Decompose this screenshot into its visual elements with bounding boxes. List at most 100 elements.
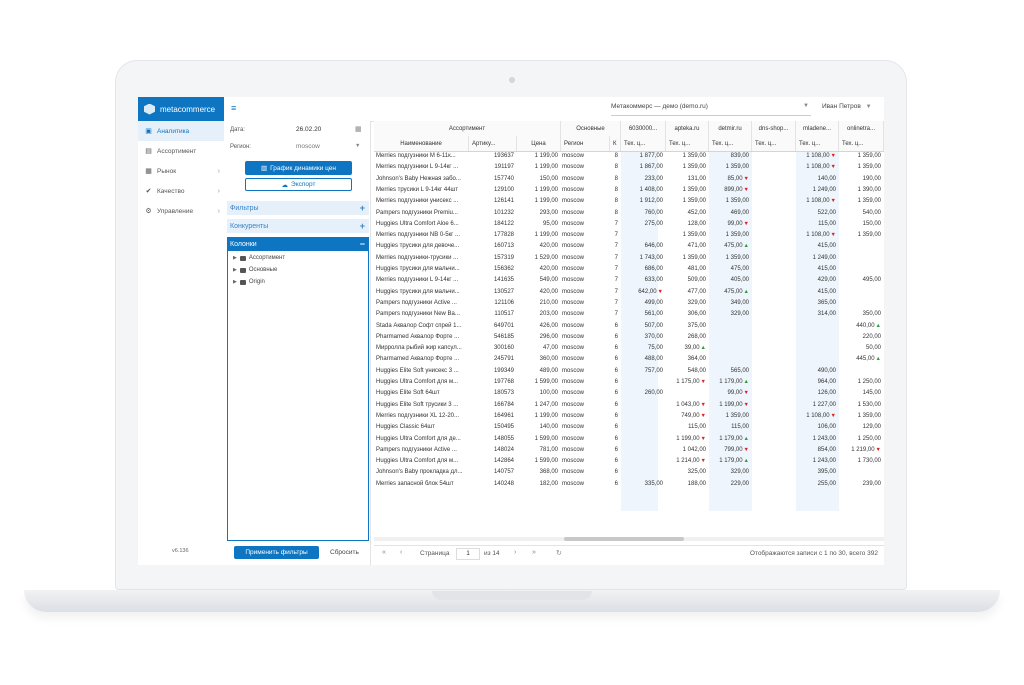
tree-item-origin[interactable]: ▶ Origin [233,279,265,285]
group-header-6[interactable]: mladene... [796,121,839,136]
table-row[interactable]: Merries подгузники NB 0-5кг ... 177828 1 1… [374,230,884,241]
group-header-7[interactable]: onlinetra... [839,121,884,136]
group-header-3[interactable]: apteka.ru [666,121,709,136]
group-header-4[interactable]: detmir.ru [709,121,752,136]
table-cell: Merries подгузники L 9-14кг ... [374,162,469,173]
cloud-download-icon: ☁ [281,181,289,189]
last-page-icon[interactable]: » [532,549,536,556]
table-row[interactable]: Merries запасной блок 54шт 140248 182,00 mo… [374,479,884,490]
table-row[interactable]: Huggies Elite Soft унисекс 3 ... 199349 48… [374,366,884,377]
cell-value: 268,00 [687,333,706,340]
column-header-7[interactable]: Тех. ц... [709,136,752,151]
nav-item-0[interactable]: ▣ Аналитика [138,121,224,141]
column-header-4[interactable]: К [610,136,621,151]
table-cell: moscow [561,422,610,433]
table-row[interactable]: Stada Аквалор Софт спрей 1... 649701 426,0… [374,321,884,332]
group-header-1[interactable]: Основные [561,121,621,136]
table-row[interactable]: Pampers подгузники Active ... 121106 210,0… [374,298,884,309]
reset-button[interactable]: Сбросить [330,546,359,559]
table-cell: 148024 [469,445,517,456]
table-row[interactable]: Merries подгузники унисекс ... 126141 1 19… [374,196,884,207]
table-row[interactable]: Huggies трусики для девоче... 160713 420,0… [374,241,884,252]
table-row[interactable]: Huggies Classic 64шт 150495 140,00 moscow 6 1… [374,422,884,433]
table-row[interactable]: Johnson's Baby прокладка дл... 140757 368,… [374,467,884,478]
apply-filters-button[interactable]: Применить фильтры [234,546,319,559]
group-header-5[interactable]: dns-shop... [752,121,796,136]
column-header-0[interactable]: Наименование [374,136,469,151]
nav-item-2[interactable]: ▦ Рынок › [138,161,224,181]
table-cell: 1 249,00 [796,185,839,196]
user-menu[interactable]: Иван Петров ▼ [822,103,872,110]
column-header-5[interactable]: Тех. ц... [621,136,666,151]
table-row[interactable]: Huggies Ultra Comfort для м... 142864 1 59… [374,456,884,467]
column-header-8[interactable]: Тех. ц... [752,136,796,151]
cell-value: moscow [562,390,585,397]
table-row[interactable]: Huggies трусики для мальчи... 130527 420,0… [374,287,884,298]
price-chart-button[interactable]: ▥ График динамики цен [245,161,352,175]
cell-value: 7 [614,299,618,306]
table-row[interactable]: Huggies трусики для мальчи... 156362 420,0… [374,264,884,275]
table-row[interactable]: Huggies Ultra Comfort для де... 148055 1 5… [374,434,884,445]
horizontal-scrollbar[interactable] [374,537,884,541]
prev-page-icon[interactable]: ‹ [400,549,402,556]
organization-select[interactable]: Метакоммерс — демо (demo.ru) ▼ [611,103,811,116]
cell-value: 1 359,00 [682,232,706,239]
column-header-1[interactable]: Артику... [469,136,517,151]
table-row[interactable]: Huggies Elite Soft трусики 3 ... 166784 1 … [374,400,884,411]
scrollbar-thumb[interactable] [564,537,684,541]
tree-item-main[interactable]: ▶ Основные [233,267,277,273]
table-row[interactable]: Merries подгузники XL 12-20... 164961 1 19… [374,411,884,422]
panel-competitors[interactable]: Конкуренты + [227,219,369,233]
nav-item-1[interactable]: ▤ Ассортимент [138,141,224,161]
column-header-3[interactable]: Регион [561,136,610,151]
refresh-icon[interactable]: ↻ [556,549,562,557]
nav-item-4[interactable]: ⚙ Управление › [138,201,224,221]
group-header-2[interactable]: 6030000... [621,121,666,136]
export-button[interactable]: ☁ Экспорт [245,178,352,191]
page-input[interactable]: 1 [456,548,480,560]
calendar-icon[interactable]: ▦ [355,125,362,133]
nav-item-3[interactable]: ✔ Качество › [138,181,224,201]
table-row[interactable]: Huggies Elite Soft 64шт 180573 100,00 mosco… [374,388,884,399]
column-header-2[interactable]: Цена [517,136,561,151]
table-row[interactable]: Мирролла рыбий жир капсул... 300160 47,00 m… [374,343,884,354]
column-header-6[interactable]: Тех. ц... [666,136,709,151]
table-row[interactable]: Huggies Ultra Comfort Aloe 6... 184122 95,… [374,219,884,230]
first-page-icon[interactable]: « [382,549,386,556]
table-row[interactable]: Merries подгузники L 9-14кг ... 191197 1 1… [374,162,884,173]
panel-columns[interactable]: Колонки − [227,237,369,251]
table-cell [839,264,884,275]
table-cell: 368,00 [517,467,561,478]
table-cell: 300160 [469,343,517,354]
table-cell: 128,00 [666,219,709,230]
group-header-0[interactable]: Ассортимент [374,121,561,136]
region-select[interactable]: moscow [296,143,320,150]
table-cell: 760,00 [621,208,666,219]
cell-value: 255,00 [817,480,836,487]
table-row[interactable]: Pampers подгузники Premiu... 101232 293,00… [374,208,884,219]
cell-value: 8 [614,198,618,205]
table-row[interactable]: Merries подгузники M 6-11к... 193637 1 199… [374,151,884,162]
table-cell: 349,00 [709,298,752,309]
brand-logo[interactable]: metacommerce [138,97,224,121]
table-row[interactable]: Pampers подгузники New Ba... 110517 203,00… [374,309,884,320]
next-page-icon[interactable]: › [514,549,516,556]
table-cell: 1 867,00 [621,162,666,173]
cell-value: Huggies Elite Soft трусики 3 ... [376,401,459,408]
cell-value: 509,00 [687,277,706,284]
hamburger-menu-icon[interactable]: ≡ [231,104,236,113]
table-row[interactable]: Merries подгузники-трусики ... 157319 1 52… [374,253,884,264]
panel-filters[interactable]: Фильтры + [227,201,369,215]
table-row[interactable]: Pharmamed Аквалор Форте ... 546185 296,00 m… [374,332,884,343]
tree-item-assortment[interactable]: ▶ Ассортимент [233,255,285,261]
column-header-9[interactable]: Тех. ц... [796,136,839,151]
table-row[interactable]: Johnson's Baby Нежная забо... 157740 150,0… [374,174,884,185]
table-row[interactable]: Merries подгузники L 9-14кг ... 141635 549… [374,275,884,286]
table-row[interactable]: Pampers подгузники Active ... 148024 781,0… [374,445,884,456]
date-field[interactable]: 26.02.20 [296,126,321,133]
column-header-10[interactable]: Тех. ц... [839,136,884,151]
table-row[interactable]: Pharmamed Аквалор Форте ... 245791 360,00 m… [374,354,884,365]
table-row[interactable]: Merries трусики L 9-14кг 44шт 129100 1 199… [374,185,884,196]
table-cell: moscow [561,411,610,422]
table-row[interactable]: Huggies Ultra Comfort для м... 197768 1 59… [374,377,884,388]
